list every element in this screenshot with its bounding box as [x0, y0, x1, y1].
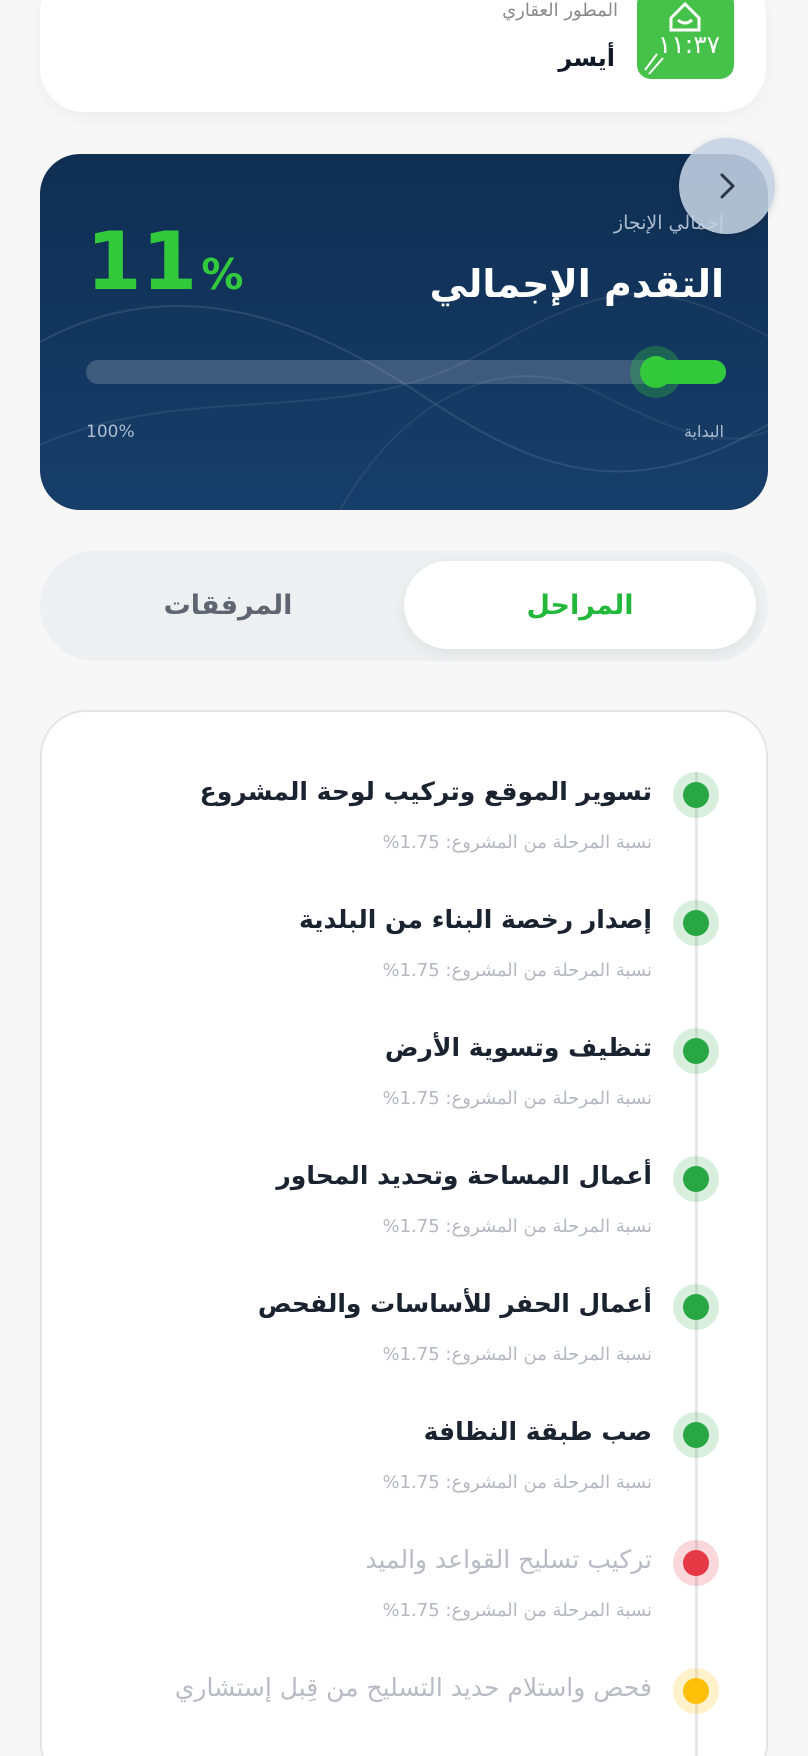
phase-status-dot: [673, 1668, 719, 1714]
phase-title: تسوير الموقع وتركيب لوحة المشروع: [199, 777, 652, 806]
progress-title: التقدم الإجمالي: [429, 262, 724, 306]
phase-share: نسبة المرحلة من المشروع: 1.75%: [382, 1472, 652, 1493]
phase-share: نسبة المرحلة من المشروع: 1.75%: [382, 1600, 652, 1621]
tab-attachments[interactable]: المرفقات: [52, 561, 404, 649]
phase-status-dot: [673, 1412, 719, 1458]
phase-status-dot: [673, 900, 719, 946]
phase-title: إصدار رخصة البناء من البلدية: [298, 905, 652, 934]
phase-item[interactable]: أعمال الحفر للأساسات والفحص نسبة المرحلة …: [42, 1270, 770, 1398]
phase-item[interactable]: تسوير الموقع وتركيب لوحة المشروع نسبة الم…: [42, 758, 770, 886]
developer-name: أيسر: [558, 44, 615, 72]
phase-item[interactable]: فحص واستلام حديد التسليح من قِبل إستشاري: [42, 1654, 770, 1756]
phase-item[interactable]: صب طبقة النظافة نسبة المرحلة من المشروع: …: [42, 1398, 770, 1526]
phases-card: تسوير الموقع وتركيب لوحة المشروع نسبة الم…: [40, 710, 768, 1756]
progress-start-label: البداية: [683, 422, 724, 441]
phase-share: نسبة المرحلة من المشروع: 1.75%: [382, 832, 652, 853]
phase-item[interactable]: إصدار رخصة البناء من البلدية نسبة المرحلة…: [42, 886, 770, 1014]
phase-title: صب طبقة النظافة: [423, 1417, 652, 1446]
progress-track: [86, 346, 726, 398]
developer-logo: ١١:٣٧: [637, 0, 734, 79]
chevron-right-icon: [720, 173, 735, 199]
progress-knob: [630, 346, 682, 398]
section-tabs: المراحل المرفقات: [40, 551, 768, 661]
phase-status-dot: [673, 1156, 719, 1202]
phase-item[interactable]: أعمال المساحة وتحديد المحاور نسبة المرحلة…: [42, 1142, 770, 1270]
phase-share: نسبة المرحلة من المشروع: 1.75%: [382, 1344, 652, 1365]
phase-share: نسبة المرحلة من المشروع: 1.75%: [382, 1088, 652, 1109]
phase-status-dot: [673, 1284, 719, 1330]
developer-logo-text: ١١:٣٧: [657, 30, 721, 59]
phase-status-dot: [673, 1028, 719, 1074]
phase-title: تنظيف وتسوية الأرض: [384, 1033, 652, 1062]
phase-share: نسبة المرحلة من المشروع: 1.75%: [382, 960, 652, 981]
phase-title: تركيب تسليح القواعد والميد: [365, 1545, 652, 1574]
progress-percent-sign: %: [201, 250, 244, 299]
phase-title: فحص واستلام حديد التسليح من قِبل إستشاري: [174, 1673, 652, 1702]
phase-item[interactable]: تنظيف وتسوية الأرض نسبة المرحلة من المشرو…: [42, 1014, 770, 1142]
developer-role: المطور العقاري: [502, 0, 618, 21]
overall-progress-card: إجمالي الإنجاز التقدم الإجمالي 11 % البد…: [40, 154, 768, 510]
phase-title: أعمال الحفر للأساسات والفحص: [257, 1289, 652, 1318]
tab-phases[interactable]: المراحل: [404, 561, 756, 649]
background-waves: [40, 293, 768, 510]
phase-share: نسبة المرحلة من المشروع: 1.75%: [382, 1216, 652, 1237]
phase-status-dot: [673, 772, 719, 818]
progress-end-label: 100%: [86, 422, 135, 442]
phase-item[interactable]: تركيب تسليح القواعد والميد نسبة المرحلة م…: [42, 1526, 770, 1654]
phase-title: أعمال المساحة وتحديد المحاور: [276, 1161, 652, 1190]
phase-status-dot: [673, 1540, 719, 1586]
next-button[interactable]: [679, 138, 775, 234]
progress-percent: 11 %: [86, 222, 243, 302]
progress-value: 11: [86, 215, 198, 308]
